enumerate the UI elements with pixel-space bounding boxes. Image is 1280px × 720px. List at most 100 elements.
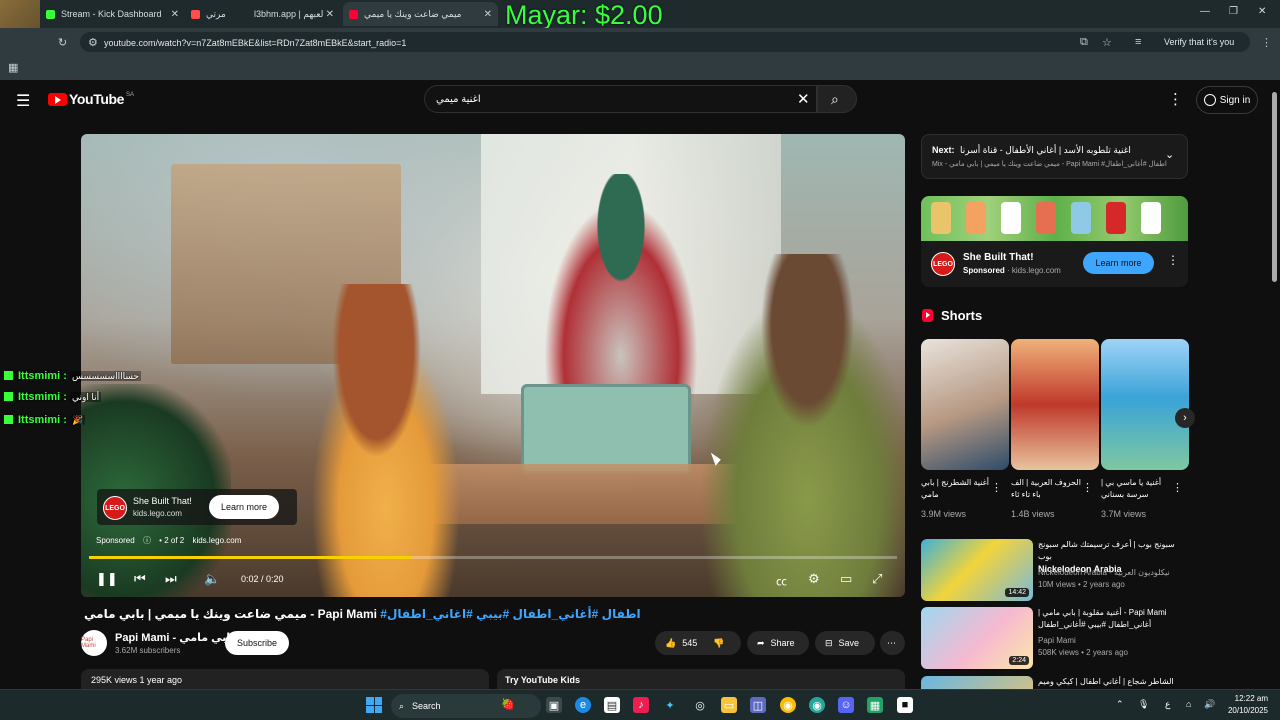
progress-bar[interactable] — [89, 556, 897, 559]
video-title[interactable]: الشاطر شجاع | أغاني اطفال | كيكي وميم — [1038, 676, 1178, 688]
like-count[interactable]: 545 — [682, 638, 697, 648]
search-input[interactable] — [424, 85, 817, 113]
windows-start-icon[interactable] — [366, 697, 382, 713]
volume-icon[interactable]: 🔈 — [204, 571, 220, 587]
chevron-down-icon[interactable]: ⌄ — [1165, 148, 1174, 161]
site-info-icon[interactable]: ⚙ — [88, 36, 98, 49]
browser-active-icon[interactable]: ◉ — [809, 697, 825, 713]
previous-icon[interactable]: ⏮ — [134, 571, 146, 587]
video-player[interactable] — [81, 134, 905, 597]
subscribe-button[interactable]: Subscribe — [225, 631, 289, 655]
video-title-tags[interactable]: #اطفال #أغاني_اطفال #بيبي #اغاني_اطفال — [380, 607, 640, 621]
chrome-icon[interactable]: ◉ — [780, 697, 796, 713]
tab-l3bhm[interactable]: l3bhm.app | لعبهم ✕ — [248, 2, 340, 26]
spreadsheet-icon[interactable]: ▦ — [867, 697, 883, 713]
taskbar-search[interactable]: ⌕ Search — [391, 694, 541, 718]
file-explorer-icon[interactable]: ▭ — [721, 697, 737, 713]
chat-line: Ittsmimi : أنا اوني — [4, 391, 102, 403]
tab-close-icon[interactable]: ✕ — [484, 9, 492, 20]
video-title[interactable]: Papi Mami - أغنية مقلوبة | بابي مامي | أ… — [1038, 607, 1178, 631]
thumbs-up-icon[interactable]: 👍 — [665, 638, 676, 649]
short-title[interactable]: أغنية الشطرنج | بابي مامي — [921, 477, 997, 501]
discord-icon[interactable]: ☺ — [838, 697, 854, 713]
recommended-video[interactable]: 2:24 Papi Mami - أغنية مقلوبة | بابي مام… — [921, 607, 1188, 669]
browser-menu-icon[interactable]: ⋮ — [1261, 36, 1272, 49]
profile-verify[interactable]: Verify that it's you — [1164, 37, 1234, 47]
up-next-card[interactable]: Next: اغنية تلطوبه الأسد | أغاني الأطفال… — [921, 134, 1188, 179]
hamburger-menu-icon[interactable]: ☰ — [16, 91, 30, 111]
edge-icon[interactable]: e — [575, 697, 591, 713]
save-button[interactable]: ⊟ Save — [815, 631, 875, 655]
search-button[interactable]: ⌕ — [817, 85, 857, 113]
lego-ad-banner[interactable] — [921, 196, 1188, 241]
media-icon[interactable]: ≡ — [1135, 36, 1141, 48]
description-box[interactable]: 295K views 1 year ago — [81, 669, 489, 689]
try-kids-box[interactable]: Try YouTube Kids — [497, 669, 905, 689]
next-icon[interactable]: ⏭ — [165, 571, 177, 587]
task-view-icon[interactable]: ▣ — [546, 697, 562, 713]
obs-icon[interactable]: ◎ — [692, 697, 708, 713]
recommended-video[interactable]: 14:42 سبونج بوب | أعرف ترسيمتك شالم سبون… — [921, 539, 1188, 601]
tab-close-icon[interactable]: ✕ — [326, 9, 334, 20]
tab-youtube-active[interactable]: ميمي ضاعت وينك يا ميمي ✕ — [343, 2, 498, 26]
channel-name[interactable]: Nickelodeon Arabia - نيكلوديون العربية — [1038, 568, 1170, 577]
video-thumbnail[interactable]: 2:24 — [921, 607, 1033, 669]
app-icon[interactable]: ■ — [897, 697, 913, 713]
more-vert-icon[interactable]: ⋮ — [1082, 481, 1093, 494]
more-vert-icon[interactable]: ⋮ — [1167, 253, 1179, 267]
tiktok-icon[interactable]: ♪ — [633, 697, 649, 713]
sponsored-domain[interactable]: kids.lego.com — [192, 536, 241, 545]
microphone-icon[interactable]: 🎙 — [1138, 699, 1149, 710]
info-icon[interactable]: ⓘ — [143, 536, 151, 545]
reload-icon[interactable]: ↻ — [58, 36, 67, 49]
video-thumbnail[interactable] — [921, 676, 1033, 689]
more-vert-icon[interactable]: ⋮ — [1172, 481, 1183, 494]
system-clock[interactable]: 12:22 am 20/10/2025 — [1200, 693, 1268, 717]
player-ad-card[interactable]: LEGO She Built That! kids.lego.com Learn… — [97, 489, 297, 525]
pause-icon[interactable]: ❚❚ — [96, 571, 118, 587]
short-title[interactable]: الحروف العربية | الف باء تاء ثاء — [1011, 477, 1087, 501]
tab-close-icon[interactable]: ✕ — [171, 9, 179, 20]
language-indicator[interactable]: ع — [1165, 699, 1170, 710]
tray-overflow-icon[interactable]: ⌃ — [1116, 699, 1124, 710]
channel-name[interactable]: Papi Mami - بابي مامي — [115, 631, 235, 644]
more-actions-button[interactable]: ⋯ — [880, 631, 905, 655]
sign-in-button[interactable]: Sign in — [1196, 86, 1258, 114]
ad-learn-more-button[interactable]: Learn more — [1083, 252, 1154, 274]
tab-second[interactable]: مرتي — [185, 2, 245, 26]
channel-avatar[interactable]: Papi Mami — [81, 630, 107, 656]
chevron-right-icon[interactable]: › — [1175, 408, 1195, 428]
video-thumbnail[interactable]: 14:42 — [921, 539, 1033, 601]
fullscreen-icon[interactable]: ⤢ — [872, 571, 882, 587]
minimize-icon[interactable]: — — [1200, 6, 1210, 17]
channel-name[interactable]: Papi Mami — [1038, 636, 1076, 645]
captions-icon[interactable]: ㏄ — [776, 573, 787, 589]
ad-learn-more-button[interactable]: Learn more — [209, 495, 279, 519]
thumbs-down-icon[interactable]: 👎 — [713, 638, 724, 649]
notepad-icon[interactable]: ▤ — [604, 697, 620, 713]
short-title[interactable]: أغنية يا ماسي بي | سرسة بسناني — [1101, 477, 1177, 501]
settings-more-icon[interactable]: ⋮ — [1168, 90, 1183, 108]
app-icon[interactable]: ◫ — [750, 697, 766, 713]
share-button[interactable]: ➦ Share — [747, 631, 809, 655]
settings-gear-icon[interactable]: ⚙ — [808, 571, 820, 587]
recommended-video[interactable]: الشاطر شجاع | أغاني اطفال | كيكي وميم — [921, 676, 1188, 689]
widget-icon[interactable]: 🍓 — [500, 696, 516, 712]
theater-mode-icon[interactable]: ▭ — [840, 571, 852, 587]
youtube-logo[interactable]: YouTube SA — [48, 91, 134, 107]
maximize-icon[interactable]: ❐ — [1229, 6, 1238, 17]
bird-icon[interactable]: ✦ — [662, 697, 678, 713]
apps-grid-icon[interactable]: ▦ — [8, 61, 18, 74]
scrollbar-thumb[interactable] — [1272, 92, 1277, 282]
close-window-icon[interactable]: ✕ — [1258, 6, 1266, 17]
short-thumbnail[interactable] — [921, 339, 1009, 470]
sidebar-ad-info[interactable]: LEGO She Built That! Sponsored · kids.le… — [921, 241, 1188, 287]
network-icon[interactable]: ⌂ — [1186, 699, 1191, 709]
short-thumbnail[interactable] — [1101, 339, 1189, 470]
bookmark-star-icon[interactable]: ☆ — [1102, 36, 1112, 49]
more-vert-icon[interactable]: ⋮ — [991, 481, 1002, 494]
clear-search-icon[interactable]: ✕ — [797, 90, 810, 108]
short-thumbnail[interactable] — [1011, 339, 1099, 470]
install-icon[interactable]: ⧉ — [1080, 36, 1088, 49]
tab-kick-dashboard[interactable]: Stream - Kick Dashboard ✕ — [40, 2, 185, 26]
